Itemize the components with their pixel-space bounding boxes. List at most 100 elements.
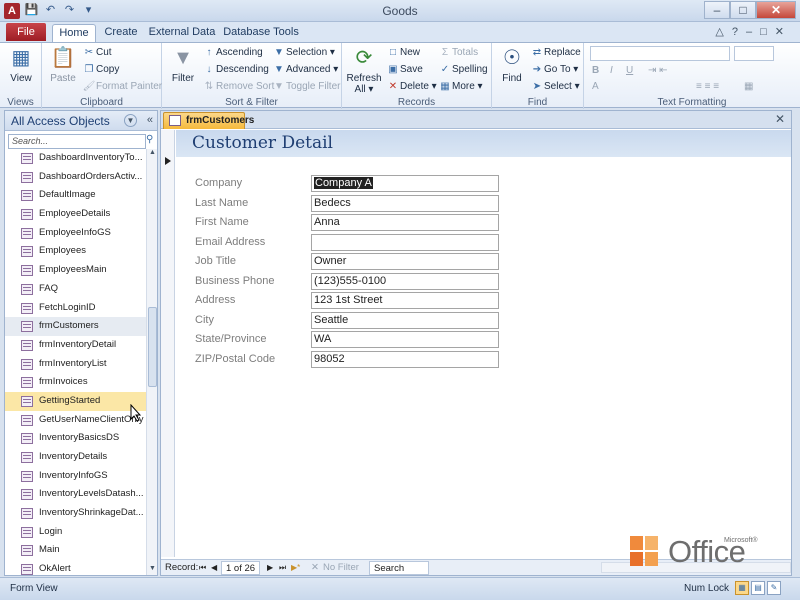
underline-button[interactable]: U bbox=[626, 63, 633, 79]
field-input[interactable]: 98052 bbox=[311, 350, 499, 368]
field-input[interactable]: Seattle bbox=[311, 311, 499, 329]
field-input[interactable]: WA bbox=[311, 331, 499, 348]
field-input[interactable]: Company A bbox=[311, 175, 499, 192]
nav-item[interactable]: InventoryShrinkageDat... bbox=[5, 504, 146, 523]
spelling-button[interactable]: ✓ Spelling bbox=[438, 62, 488, 78]
field-input[interactable]: Bedecs bbox=[311, 194, 499, 212]
toggle-filter-button[interactable]: ▼ Toggle Filter bbox=[272, 79, 340, 95]
totals-button[interactable]: Σ Totals bbox=[438, 45, 478, 61]
previous-record-button[interactable]: ◀ bbox=[211, 561, 217, 575]
nav-item[interactable]: FAQ bbox=[5, 280, 146, 299]
indent-icon[interactable]: ⇥ ⇤ bbox=[648, 63, 668, 79]
nav-item[interactable]: DashboardInventoryTo... bbox=[5, 149, 146, 168]
nav-item[interactable]: Employees bbox=[5, 242, 146, 261]
doc-minimize-icon[interactable]: – bbox=[746, 26, 760, 38]
nav-item[interactable]: frmInventoryDetail bbox=[5, 336, 146, 355]
nav-item[interactable]: EmployeeDetails bbox=[5, 205, 146, 224]
new-record-nav-button[interactable]: ▶* bbox=[291, 561, 300, 575]
collapse-pane-icon[interactable]: « bbox=[147, 114, 153, 126]
field-input[interactable]: 123 1st Street bbox=[311, 292, 499, 309]
new-record-button[interactable]: □ New bbox=[386, 45, 420, 61]
field-input[interactable] bbox=[311, 233, 499, 251]
nav-pane-header[interactable]: All Access Objects ▼ « bbox=[5, 111, 157, 131]
help-icon[interactable]: ? bbox=[732, 26, 746, 38]
font-color-button[interactable]: A bbox=[592, 79, 599, 95]
delete-button[interactable]: ✕ Delete ▾ bbox=[386, 79, 437, 95]
advanced-button[interactable]: ▼ Advanced ▾ bbox=[272, 62, 338, 78]
document-tab[interactable]: frmCustomers bbox=[163, 112, 254, 129]
nav-item[interactable]: EmployeesMain bbox=[5, 261, 146, 280]
format-painter-button[interactable]: 🖌Format Painter bbox=[82, 79, 163, 95]
tab-database-tools[interactable]: Database Tools bbox=[222, 24, 300, 42]
form-view-icon[interactable]: ▦ bbox=[735, 581, 749, 595]
last-record-button[interactable]: ⏭ bbox=[279, 561, 286, 575]
scroll-up-icon[interactable]: ▲ bbox=[147, 149, 158, 159]
remove-sort-button[interactable]: ⇅ Remove Sort bbox=[202, 79, 275, 95]
tab-create[interactable]: Create bbox=[100, 24, 142, 42]
replace-button[interactable]: ⇄ Replace bbox=[530, 45, 581, 61]
nav-item[interactable]: InventoryDetails bbox=[5, 448, 146, 467]
next-record-button[interactable]: ▶ bbox=[267, 561, 273, 575]
nav-item[interactable]: EmployeeInfoGS bbox=[5, 224, 146, 243]
find-button[interactable]: ☉ Find bbox=[496, 45, 528, 84]
maximize-button[interactable]: □ bbox=[730, 1, 756, 19]
nav-item[interactable]: InventoryLevelsDatash... bbox=[5, 485, 146, 504]
italic-button[interactable]: I bbox=[610, 63, 613, 79]
ascending-button[interactable]: ↑ Ascending bbox=[202, 45, 263, 61]
first-record-button[interactable]: ⏮ bbox=[199, 561, 206, 575]
nav-item[interactable]: InventoryInfoGS bbox=[5, 467, 146, 486]
scroll-down-icon[interactable]: ▼ bbox=[147, 565, 158, 575]
nav-item[interactable]: frmInvoices bbox=[5, 373, 146, 392]
nav-item[interactable]: GetUserNameClientOnly bbox=[5, 411, 146, 430]
nav-item[interactable]: InventoryBasicsDS bbox=[5, 429, 146, 448]
tab-external-data[interactable]: External Data bbox=[148, 24, 216, 42]
nav-item[interactable]: Login bbox=[5, 523, 146, 542]
nav-scrollbar[interactable]: ▲ ▼ bbox=[146, 149, 157, 575]
tab-home[interactable]: Home bbox=[52, 24, 96, 42]
view-button[interactable]: ▦ View bbox=[6, 45, 36, 84]
more-button[interactable]: ▦ More ▾ bbox=[438, 79, 482, 95]
filter-status[interactable]: No Filter bbox=[323, 561, 359, 575]
nav-item[interactable]: frmInventoryList bbox=[5, 355, 146, 374]
close-document-icon[interactable]: ✕ bbox=[775, 112, 785, 126]
record-search-input[interactable]: Search bbox=[369, 561, 429, 575]
goto-button[interactable]: ➔ Go To ▾ bbox=[530, 62, 579, 78]
field-input[interactable]: Anna bbox=[311, 214, 499, 231]
chevron-down-icon[interactable]: ▼ bbox=[124, 114, 137, 127]
nav-item[interactable]: DashboardOrdersActiv... bbox=[5, 168, 146, 187]
record-selector[interactable] bbox=[161, 130, 175, 557]
filter-button[interactable]: ▼ Filter bbox=[166, 45, 200, 84]
font-name-combo[interactable] bbox=[590, 46, 730, 61]
copy-button[interactable]: ❐ Copy bbox=[82, 62, 120, 78]
ribbon-minimize-icon[interactable]: △ bbox=[715, 26, 731, 38]
minimize-button[interactable]: – bbox=[704, 1, 730, 19]
paste-button[interactable]: 📋 Paste bbox=[48, 45, 78, 84]
tab-file[interactable]: File bbox=[6, 23, 46, 41]
cut-button[interactable]: ✂ Cut bbox=[82, 45, 112, 61]
refresh-all-button[interactable]: ⟳ Refresh All ▾ bbox=[346, 45, 382, 95]
bold-button[interactable]: B bbox=[592, 63, 599, 79]
align-icons[interactable]: ≡ ≡ ≡ bbox=[696, 79, 719, 95]
nav-search-input[interactable]: Search... bbox=[8, 134, 146, 149]
nav-item[interactable]: Main bbox=[5, 541, 146, 560]
current-record-input[interactable]: 1 of 26 bbox=[221, 561, 261, 575]
descending-button[interactable]: ↓ Descending bbox=[202, 62, 269, 78]
doc-restore-icon[interactable]: □ bbox=[760, 26, 775, 38]
nav-item[interactable]: FetchLoginID bbox=[5, 299, 146, 318]
select-button[interactable]: ➤ Select ▾ bbox=[530, 79, 580, 95]
design-view-icon[interactable]: ✎ bbox=[767, 581, 781, 595]
nav-item[interactable]: OkAlert bbox=[5, 560, 146, 575]
save-record-button[interactable]: ▣ Save bbox=[386, 62, 423, 78]
nav-item[interactable]: frmCustomers bbox=[5, 317, 146, 336]
nav-item[interactable]: DefaultImage bbox=[5, 186, 146, 205]
close-button[interactable]: ✕ bbox=[756, 1, 796, 19]
doc-close-icon[interactable]: ✕ bbox=[775, 26, 792, 38]
field-input[interactable]: Owner bbox=[311, 253, 499, 270]
selection-button[interactable]: ▼ Selection ▾ bbox=[272, 45, 335, 61]
font-size-combo[interactable] bbox=[734, 46, 774, 61]
field-input[interactable]: (123)555-0100 bbox=[311, 272, 499, 290]
gridlines-icon[interactable]: ▦ bbox=[744, 79, 753, 95]
scroll-thumb[interactable] bbox=[148, 307, 157, 387]
layout-view-icon[interactable]: ▤ bbox=[751, 581, 765, 595]
search-icon[interactable]: ⚲ bbox=[146, 134, 157, 149]
